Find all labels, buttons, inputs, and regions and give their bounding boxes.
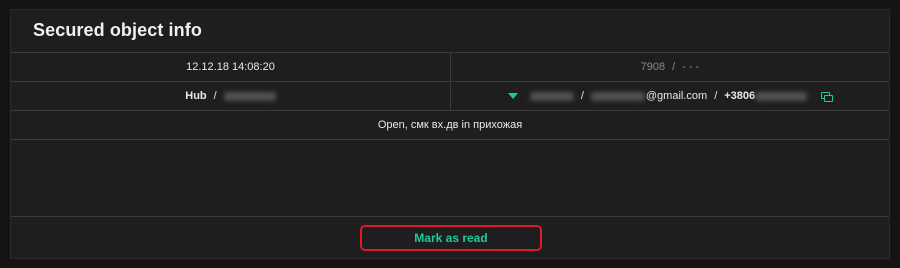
divider	[11, 139, 889, 140]
copy-icon[interactable]	[821, 91, 834, 102]
hub-label: Hub	[185, 90, 207, 102]
divider	[11, 216, 889, 217]
hub-cell: Hub /	[11, 82, 450, 110]
event-datetime-cell: 12.12.18 14:08:20	[11, 53, 450, 81]
mark-as-read-button[interactable]: Mark as read	[360, 225, 542, 251]
hub-id-redacted	[223, 91, 276, 101]
separator: /	[672, 61, 676, 73]
separator: /	[213, 90, 217, 102]
panel-title: Secured object info	[33, 20, 202, 40]
separator: /	[714, 90, 718, 102]
event-message-cell: Open, смк вх.дв in прихожая	[11, 111, 889, 139]
user-email-domain: @gmail.com	[645, 90, 708, 102]
event-datetime: 12.12.18 14:08:20	[186, 61, 275, 73]
user-cell: / @gmail.com / +3806	[451, 82, 889, 110]
object-number: 7908	[640, 61, 666, 73]
chevron-down-icon[interactable]	[507, 93, 518, 99]
separator: /	[580, 90, 584, 102]
column-divider	[450, 52, 451, 110]
object-extra: - - -	[682, 61, 700, 73]
phone-prefix: +3806	[724, 90, 756, 102]
object-number-cell: 7908 / - - -	[451, 53, 889, 81]
user-name-redacted	[529, 91, 574, 101]
phone-redacted	[755, 91, 808, 101]
secured-object-info-panel: Secured object info 12.12.18 14:08:20 79…	[10, 9, 890, 259]
event-message: Open, смк вх.дв in прихожая	[377, 119, 523, 131]
email-local-redacted	[590, 91, 645, 101]
